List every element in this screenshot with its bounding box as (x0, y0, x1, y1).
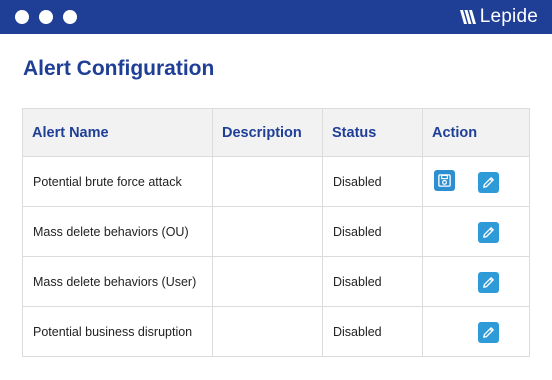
action-cell (422, 306, 530, 357)
lepide-logo-icon (459, 10, 476, 24)
window-control-dot[interactable] (63, 10, 77, 24)
status-cell: Disabled (322, 156, 423, 207)
save-button[interactable] (434, 170, 455, 191)
action-cell (422, 156, 530, 207)
save-icon (438, 174, 451, 187)
edit-icon (483, 227, 494, 238)
brand-name: Lepide (479, 6, 538, 27)
title-bar: Lepide (0, 0, 552, 34)
description-cell (212, 156, 323, 207)
table-row[interactable]: Potential business disruption Disabled (22, 306, 530, 357)
edit-button[interactable] (478, 222, 499, 243)
edit-button[interactable] (478, 322, 499, 343)
description-cell (212, 306, 323, 357)
description-cell (212, 206, 323, 257)
table-row[interactable]: Potential brute force attack Disabled (22, 156, 530, 207)
table-row[interactable]: Mass delete behaviors (User) Disabled (22, 256, 530, 307)
column-header-description[interactable]: Description (212, 108, 323, 157)
action-cell (422, 256, 530, 307)
column-header-alert-name[interactable]: Alert Name (22, 108, 213, 157)
alert-name-cell: Mass delete behaviors (User) (22, 256, 213, 307)
alert-name-cell: Potential business disruption (22, 306, 213, 357)
edit-button[interactable] (478, 172, 499, 193)
edit-button[interactable] (478, 272, 499, 293)
brand-logo: Lepide (459, 5, 538, 29)
table-header-row: Alert Name Description Status Action (22, 108, 530, 157)
column-header-status[interactable]: Status (322, 108, 423, 157)
status-cell: Disabled (322, 256, 423, 307)
edit-icon (483, 177, 494, 188)
action-cell (422, 206, 530, 257)
status-cell: Disabled (322, 206, 423, 257)
edit-icon (483, 277, 494, 288)
alert-name-cell: Potential brute force attack (22, 156, 213, 207)
description-cell (212, 256, 323, 307)
page-title: Alert Configuration (23, 57, 215, 80)
table-row[interactable]: Mass delete behaviors (OU) Disabled (22, 206, 530, 257)
window-control-dot[interactable] (15, 10, 29, 24)
alert-name-cell: Mass delete behaviors (OU) (22, 206, 213, 257)
status-cell: Disabled (322, 306, 423, 357)
window-control-dot[interactable] (39, 10, 53, 24)
edit-icon (483, 327, 494, 338)
alerts-table: Alert Name Description Status Action Pot… (22, 108, 530, 357)
column-header-action: Action (422, 108, 530, 157)
